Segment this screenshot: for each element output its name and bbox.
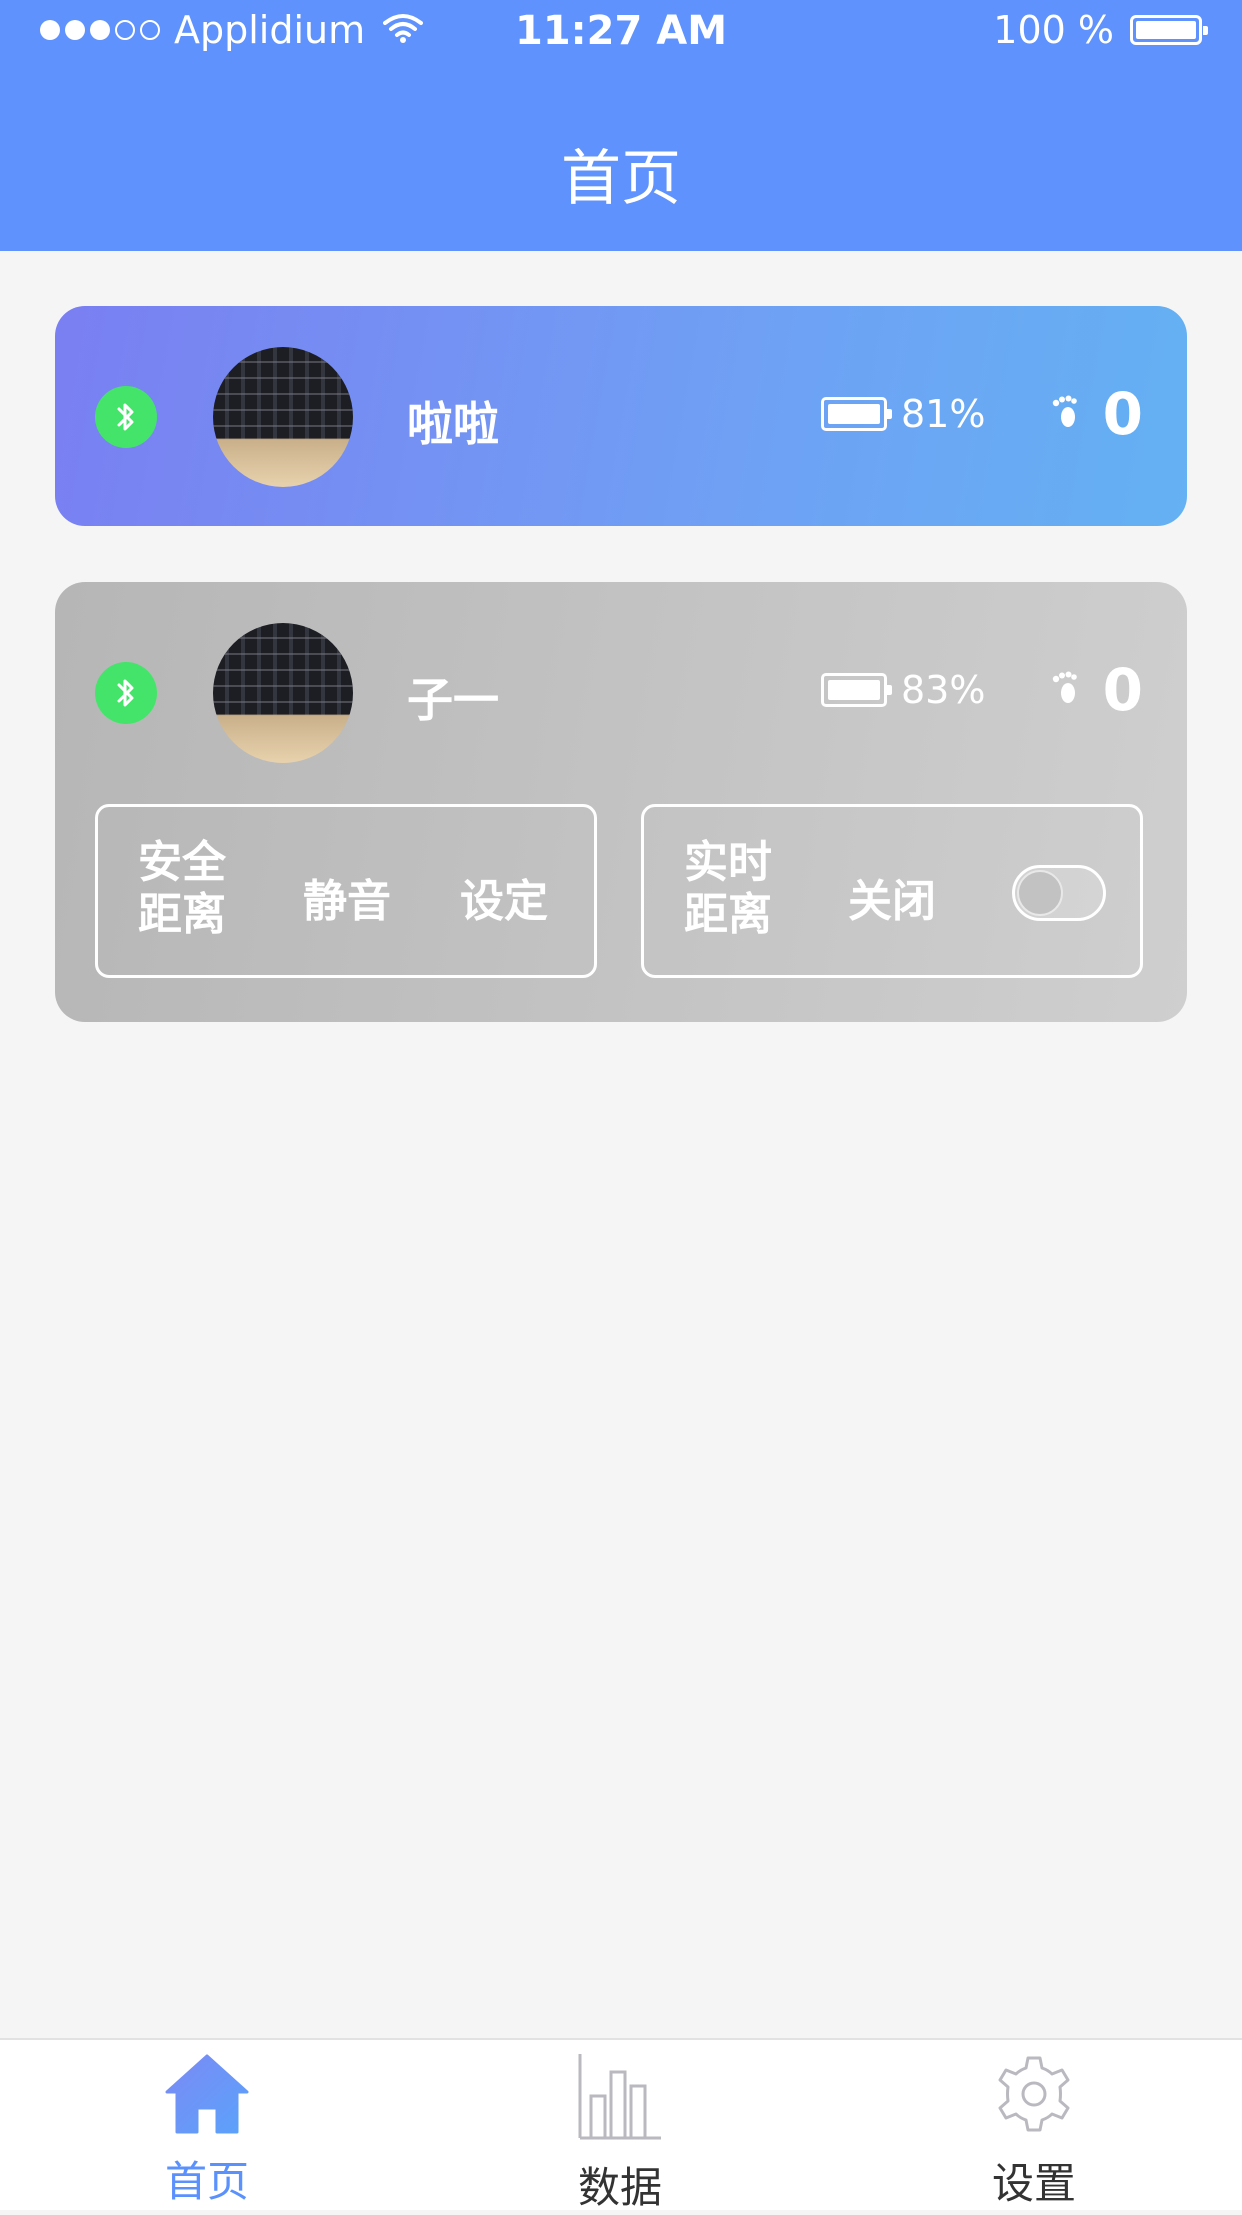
device-name: 子一 — [407, 673, 499, 727]
step-count: 0 — [1102, 380, 1143, 448]
battery-icon — [1130, 15, 1208, 45]
realtime-distance-label: 实时 距离 — [684, 837, 772, 940]
tab-label: 数据 — [577, 2163, 662, 2212]
tab-label: 首页 — [164, 2157, 249, 2206]
tab-bar: 首页 数据 设置 — [0, 2038, 1242, 2212]
realtime-distance-toggle[interactable] — [1012, 865, 1106, 921]
safe-distance-label: 安全 距离 — [138, 837, 226, 940]
home-icon — [57, 2052, 357, 2144]
battery-icon — [821, 673, 892, 707]
avatar[interactable] — [213, 347, 353, 487]
device-battery: 81% — [821, 392, 985, 436]
status-right: 100 % — [993, 8, 1208, 52]
step-count: 0 — [1102, 656, 1143, 724]
realtime-distance-panel: 实时 距离 关闭 — [641, 804, 1143, 978]
status-bar: Applidium 11:27 AM 100 % — [0, 0, 1242, 62]
device-steps: 0 — [1051, 656, 1143, 724]
settings-button[interactable]: 设定 — [460, 865, 548, 929]
footprint-icon — [1051, 671, 1081, 709]
bluetooth-icon — [95, 662, 157, 724]
avatar[interactable] — [213, 623, 353, 763]
bluetooth-icon — [95, 386, 157, 448]
gear-icon — [884, 2052, 1184, 2144]
page-title: 首页 — [561, 144, 681, 214]
tab-settings[interactable]: 设置 — [884, 2040, 1184, 2210]
tab-home[interactable]: 首页 — [57, 2040, 357, 2210]
battery-level: 83% — [901, 668, 986, 712]
bar-chart-icon — [470, 2052, 770, 2144]
device-battery: 83% — [821, 668, 985, 712]
device-steps: 0 — [1051, 380, 1143, 448]
mute-button[interactable]: 静音 — [303, 865, 391, 929]
safe-distance-panel: 安全 距离 静音 设定 — [95, 804, 597, 978]
battery-level: 81% — [901, 392, 986, 436]
battery-percent: 100 % — [993, 8, 1114, 52]
footprint-icon — [1051, 395, 1081, 433]
device-card[interactable]: 啦啦 81% 0 — [55, 306, 1187, 526]
device-name: 啦啦 — [407, 397, 499, 451]
tab-label: 设置 — [991, 2159, 1076, 2208]
realtime-distance-state: 关闭 — [848, 876, 936, 927]
device-card[interactable]: 子一 83% 0 安全 距离 静音 设定 实时 距离 关闭 — [55, 582, 1187, 1022]
tab-data[interactable]: 数据 — [470, 2040, 770, 2212]
app-header: Applidium 11:27 AM 100 % 首页 — [0, 0, 1242, 251]
battery-icon — [821, 397, 892, 431]
